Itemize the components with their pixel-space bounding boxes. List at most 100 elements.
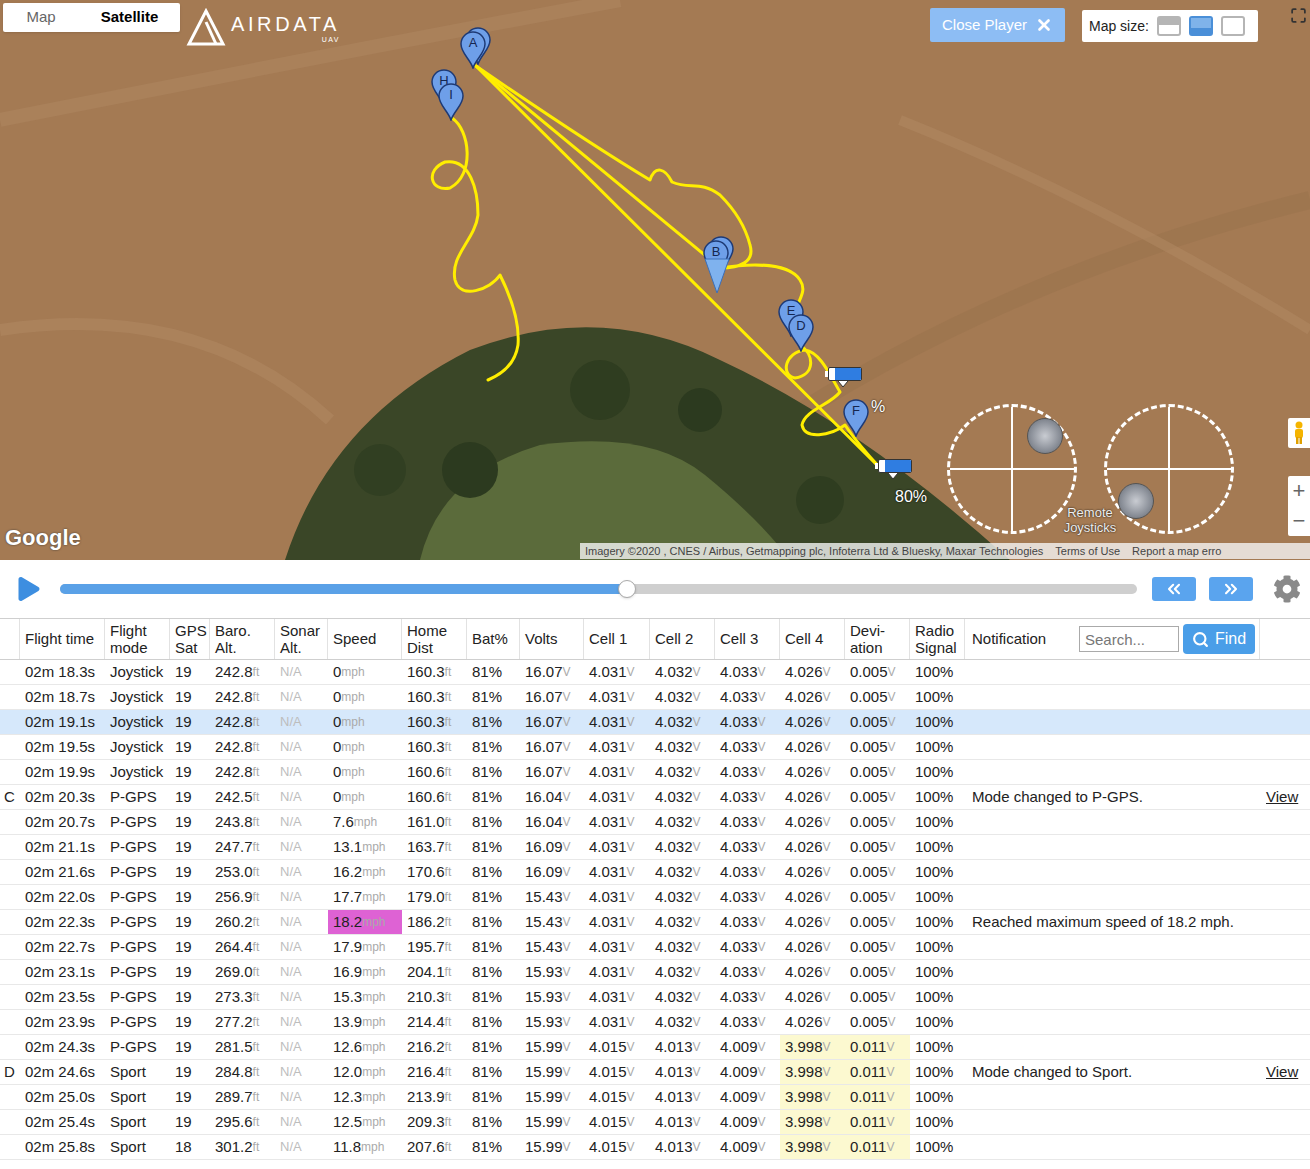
view-link[interactable] — [1260, 835, 1310, 859]
notification-cell — [965, 1135, 1260, 1159]
view-link[interactable] — [1260, 860, 1310, 884]
table-row[interactable]: 02m 21.6sP-GPS19253.0ftN/A16.2mph170.6ft… — [0, 860, 1310, 885]
table-row[interactable]: 02m 18.3sJoystick19242.8ftN/A0mph160.3ft… — [0, 660, 1310, 685]
column-header[interactable]: Speed — [328, 619, 402, 659]
view-link[interactable] — [1260, 810, 1310, 834]
map-size-option[interactable] — [1189, 16, 1213, 36]
view-link[interactable] — [1260, 960, 1310, 984]
table-cell: 0.005V — [845, 710, 910, 734]
forward-button[interactable] — [1209, 577, 1253, 601]
table-row[interactable]: 02m 20.7sP-GPS19243.8ftN/A7.6mph161.0ft8… — [0, 810, 1310, 835]
column-header[interactable]: SonarAlt. — [275, 619, 328, 659]
map-type-button[interactable]: Satellite — [79, 3, 180, 32]
row-marker — [0, 735, 20, 759]
table-row[interactable]: 02m 22.0sP-GPS19256.9ftN/A17.7mph179.0ft… — [0, 885, 1310, 910]
view-link[interactable] — [1260, 1010, 1310, 1034]
play-button[interactable] — [15, 575, 43, 603]
column-header[interactable]: Cell 1 — [584, 619, 650, 659]
table-cell: Joystick — [105, 685, 170, 709]
view-link[interactable] — [1260, 985, 1310, 1009]
view-link[interactable] — [1260, 1135, 1310, 1159]
table-cell: 16.04V — [520, 810, 584, 834]
table-row[interactable]: 02m 22.7sP-GPS19264.4ftN/A17.9mph195.7ft… — [0, 935, 1310, 960]
view-link[interactable]: View — [1260, 1060, 1310, 1084]
column-header: Notification — [972, 630, 1046, 647]
table-cell: Sport — [105, 1085, 170, 1109]
timeline-thumb[interactable] — [618, 580, 636, 598]
view-link[interactable] — [1260, 685, 1310, 709]
column-header[interactable]: Flightmode — [105, 619, 170, 659]
map-size-option[interactable] — [1157, 16, 1181, 36]
column-header[interactable]: Cell 4 — [780, 619, 845, 659]
table-row[interactable]: 02m 19.9sJoystick19242.8ftN/A0mph160.6ft… — [0, 760, 1310, 785]
zoom-button[interactable]: + — [1288, 476, 1310, 506]
table-row[interactable]: 02m 24.3sP-GPS19281.5ftN/A12.6mph216.2ft… — [0, 1035, 1310, 1060]
waypoint-pin[interactable]: F — [843, 399, 869, 437]
table-cell: 253.0ft — [210, 860, 275, 884]
street-view-button[interactable] — [1288, 418, 1310, 448]
view-link[interactable] — [1260, 910, 1310, 934]
table-row[interactable]: 02m 19.1sJoystick19242.8ftN/A0mph160.3ft… — [0, 710, 1310, 735]
waypoint-pin[interactable]: D — [788, 314, 814, 352]
table-cell: 02m 19.1s — [20, 710, 105, 734]
timeline-slider[interactable] — [60, 584, 1137, 594]
view-link[interactable] — [1260, 935, 1310, 959]
table-row[interactable]: 02m 25.8sSport18301.2ftN/A11.8mph207.6ft… — [0, 1135, 1310, 1160]
column-header[interactable]: Bat% — [467, 619, 520, 659]
marker-arrow-icon — [837, 381, 849, 388]
map-type-button[interactable]: Map — [3, 3, 79, 32]
table-row[interactable]: 02m 25.0sSport19289.7ftN/A12.3mph213.9ft… — [0, 1085, 1310, 1110]
table-cell: 160.6ft — [402, 760, 467, 784]
view-link[interactable] — [1260, 660, 1310, 684]
attribution-link[interactable]: Report a map erro — [1132, 543, 1221, 559]
settings-button[interactable] — [1273, 575, 1301, 603]
view-link[interactable] — [1260, 760, 1310, 784]
view-link[interactable] — [1260, 1035, 1310, 1059]
view-link[interactable]: View — [1260, 785, 1310, 809]
view-link[interactable] — [1260, 735, 1310, 759]
map-size-option[interactable] — [1221, 16, 1245, 36]
view-link[interactable] — [1260, 1110, 1310, 1134]
table-row[interactable]: 02m 18.7sJoystick19242.8ftN/A0mph160.3ft… — [0, 685, 1310, 710]
notification-cell — [965, 835, 1260, 859]
column-header[interactable]: Cell 3 — [715, 619, 780, 659]
find-button[interactable]: Find — [1183, 624, 1255, 654]
table-row[interactable]: 02m 23.9sP-GPS19277.2ftN/A13.9mph214.4ft… — [0, 1010, 1310, 1035]
column-header[interactable]: GPSSat — [170, 619, 210, 659]
fullscreen-icon[interactable] — [1290, 7, 1307, 24]
column-header[interactable]: RadioSignal — [910, 619, 965, 659]
column-header[interactable]: Baro.Alt. — [210, 619, 275, 659]
column-header[interactable]: Volts — [520, 619, 584, 659]
table-cell: N/A — [275, 760, 328, 784]
table-cell: 4.013V — [650, 1110, 715, 1134]
table-cell: 0.011V — [845, 1060, 910, 1084]
column-header[interactable]: Devi-ation — [845, 619, 910, 659]
table-cell: 81% — [467, 1135, 520, 1159]
view-link[interactable] — [1260, 1085, 1310, 1109]
table-row[interactable]: 02m 25.4sSport19295.6ftN/A12.5mph209.3ft… — [0, 1110, 1310, 1135]
table-row[interactable]: 02m 21.1sP-GPS19247.7ftN/A13.1mph163.7ft… — [0, 835, 1310, 860]
table-cell: 3.998V — [780, 1035, 845, 1059]
table-row[interactable]: D02m 24.6sSport19284.8ftN/A12.0mph216.4f… — [0, 1060, 1310, 1085]
close-player-button[interactable]: Close Player — [930, 8, 1065, 42]
table-row[interactable]: C02m 20.3sP-GPS19242.5ftN/A0mph160.6ft81… — [0, 785, 1310, 810]
view-link[interactable] — [1260, 710, 1310, 734]
table-cell: 12.0mph — [328, 1060, 402, 1084]
table-row[interactable]: 02m 23.1sP-GPS19269.0ftN/A16.9mph204.1ft… — [0, 960, 1310, 985]
column-header[interactable]: HomeDist — [402, 619, 467, 659]
table-cell: 02m 20.3s — [20, 785, 105, 809]
table-cell: P-GPS — [105, 935, 170, 959]
zoom-button[interactable]: − — [1288, 506, 1310, 536]
table-cell: 4.033V — [715, 685, 780, 709]
table-row[interactable]: 02m 23.5sP-GPS19273.3ftN/A15.3mph210.3ft… — [0, 985, 1310, 1010]
view-link[interactable] — [1260, 885, 1310, 909]
column-header[interactable]: Cell 2 — [650, 619, 715, 659]
search-input[interactable] — [1079, 626, 1179, 652]
waypoint-pin[interactable]: A — [460, 31, 486, 69]
column-header[interactable]: Flight time — [20, 619, 105, 659]
waypoint-pin[interactable]: I — [438, 83, 464, 121]
table-row[interactable]: 02m 19.5sJoystick19242.8ftN/A0mph160.3ft… — [0, 735, 1310, 760]
table-row[interactable]: 02m 22.3sP-GPS19260.2ftN/A18.2mph186.2ft… — [0, 910, 1310, 935]
attribution-link[interactable]: Terms of Use — [1055, 543, 1120, 559]
rewind-button[interactable] — [1152, 577, 1196, 601]
